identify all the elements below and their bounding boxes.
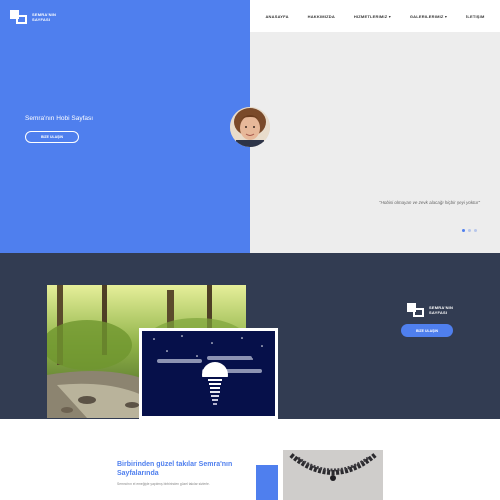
- hero-slider: SEMRA'NIN SAYFASI Anasayfa Hakkımızda Hi…: [0, 0, 500, 253]
- profile-avatar: [230, 107, 270, 147]
- accent-block: [256, 465, 278, 500]
- moon-image-icon: [142, 331, 275, 416]
- hero-blue-panel: [0, 0, 250, 253]
- nav-item-hakkimizda[interactable]: Hakkımızda: [308, 14, 335, 19]
- site-logo[interactable]: SEMRA'NIN SAYFASI: [10, 10, 57, 24]
- main-nav: Anasayfa Hakkımızda Hizmetlerimiz ▾ Gale…: [250, 0, 500, 32]
- slider-dot[interactable]: [462, 229, 465, 232]
- necklace-photo: [283, 450, 383, 500]
- band-logo-text: SEMRA'NIN SAYFASI: [429, 305, 454, 315]
- section-description: Semra'nın el emeğiyle yapılmış birbirind…: [117, 482, 210, 486]
- slider-dots: [462, 229, 477, 232]
- hero-contact-button[interactable]: Bize Ulaşın: [25, 131, 79, 143]
- logo-mark-icon: [407, 303, 425, 317]
- slider-dot[interactable]: [468, 229, 471, 232]
- section-title: Birbirinden güzel takılar Semra'nın Sayf…: [117, 461, 233, 477]
- band-logo[interactable]: SEMRA'NIN SAYFASI: [407, 303, 454, 317]
- nav-item-hizmetlerimiz[interactable]: Hizmetlerimiz ▾: [354, 14, 391, 19]
- necklace-image-icon: [283, 450, 383, 500]
- jewelry-section: [0, 419, 500, 500]
- avatar-photo-icon: [230, 107, 270, 147]
- logo-text: SEMRA'NIN SAYFASI: [32, 12, 57, 22]
- hero-grey-panel: [250, 0, 500, 253]
- hero-quote: "Hobisi olmayan ve zevk alacağı hiçbir ş…: [379, 200, 480, 205]
- hero-title: Semra'nın Hobi Sayfası: [25, 115, 94, 122]
- nav-item-anasayfa[interactable]: Anasayfa: [265, 14, 288, 19]
- moon-photo: [139, 328, 278, 419]
- band-contact-button[interactable]: Bize Ulaşın: [401, 324, 453, 337]
- logo-mark-icon: [10, 10, 28, 24]
- nav-item-galerilerimiz[interactable]: Galerilerimiz ▾: [410, 14, 447, 19]
- nav-item-iletisim[interactable]: İletişim: [466, 14, 485, 19]
- slider-dot[interactable]: [474, 229, 477, 232]
